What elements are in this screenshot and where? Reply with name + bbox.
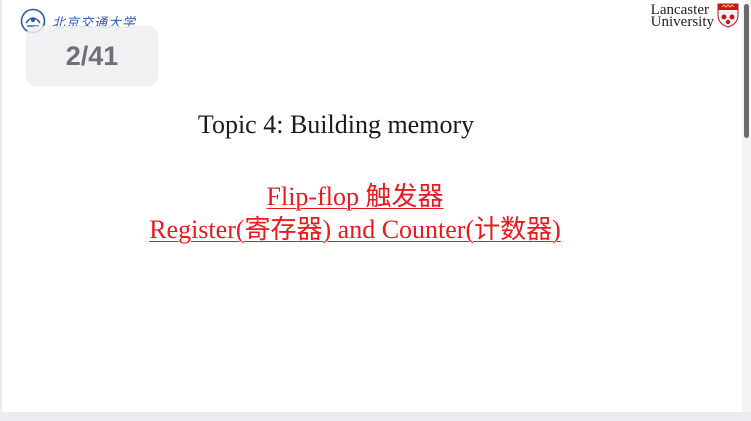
page-counter: 2/41 xyxy=(26,26,158,86)
vertical-scrollbar[interactable] xyxy=(742,0,751,412)
lancaster-crest-icon xyxy=(717,3,739,28)
slide: 北京交通大学 2/41 Lancaster University Topic 4… xyxy=(2,0,742,412)
lancaster-logo: Lancaster University xyxy=(650,2,740,30)
subtitle-register-counter: Register(寄存器) and Counter(计数器) xyxy=(149,215,561,244)
lancaster-logo-line2: University xyxy=(650,14,714,30)
scrollbar-thumb[interactable] xyxy=(744,4,749,138)
subtitle-flip-flop: Flip-flop 触发器 xyxy=(266,182,444,211)
lancaster-logo-text: Lancaster University xyxy=(650,3,714,30)
slide-viewer: 北京交通大学 2/41 Lancaster University Topic 4… xyxy=(0,0,751,421)
slide-title: Topic 4: Building memory xyxy=(197,110,475,139)
